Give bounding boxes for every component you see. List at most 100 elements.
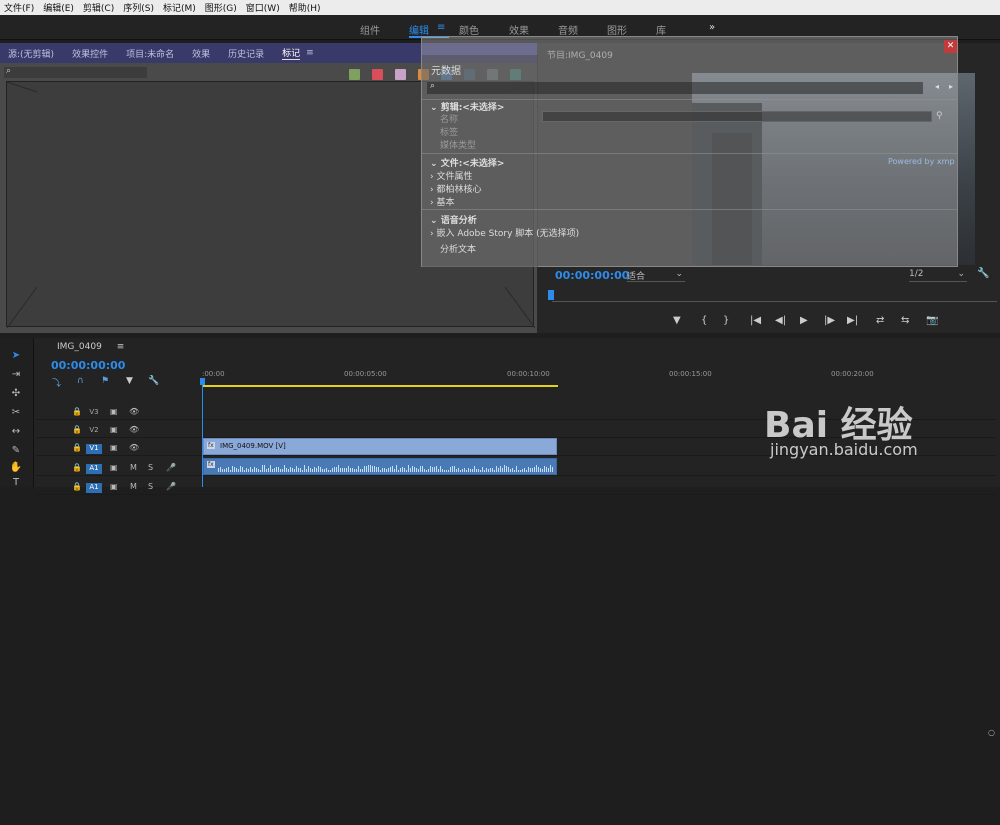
track-label[interactable]: V2 [86,426,102,436]
menu-clip[interactable]: 剪辑(C) [83,1,114,14]
track-select-tool-icon[interactable]: ⇥ [9,369,23,383]
track-label[interactable]: A1 [86,483,102,493]
menu-sequence[interactable]: 序列(S) [123,1,154,14]
tab-effect-controls[interactable]: 效果控件 [72,47,108,60]
marker-color-swatch[interactable] [395,69,406,80]
link-icon[interactable]: ⚲ [936,111,943,121]
menu-help[interactable]: 帮助(H) [289,1,321,14]
step-back-icon[interactable]: ◀| [775,315,786,326]
playback-resolution-select[interactable]: 1/2 ⌄ [909,269,967,282]
lock-icon[interactable]: 🔒 [72,463,82,472]
solo-icon[interactable]: S [148,463,153,472]
snap-icon[interactable]: ∩ [77,376,84,386]
lock-icon[interactable]: 🔒 [72,407,82,416]
program-playhead[interactable] [548,290,554,300]
timeline-sequence-tab[interactable]: IMG_0409 ≡ [57,342,124,352]
timeline-menu-icon[interactable]: ≡ [117,342,125,352]
work-area-bar[interactable] [202,385,558,387]
analyze-text-button[interactable]: 分析文本 [440,242,476,255]
chevron-left-icon[interactable]: ◂ [935,82,939,91]
zoom-fit-select[interactable]: 适合 ⌄ [627,269,685,282]
step-forward-icon[interactable]: |▶ [824,315,835,326]
ripple-edit-tool-icon[interactable]: ✣ [9,388,23,402]
program-timecode[interactable]: 00:00:00:00 [555,269,629,282]
workspace-more-icon[interactable]: » [709,22,715,33]
sync-lock-icon[interactable]: ▣ [110,443,118,452]
menu-edit[interactable]: 编辑(E) [43,1,74,14]
tab-project[interactable]: 项目:未命名 [126,47,174,60]
workspace-tab-editing[interactable]: 编辑 [409,22,429,37]
menu-graphics[interactable]: 图形(G) [205,1,237,14]
wrench-icon[interactable]: 🔧 [148,376,159,386]
mute-icon[interactable]: M [130,463,137,472]
hand-tool-icon[interactable]: ✋ [9,462,23,476]
workspace-tab-audio[interactable]: 音频 [558,22,578,37]
section-speech-analysis[interactable]: ⌄ 语音分析 [430,213,477,226]
name-field[interactable] [542,111,932,122]
workspace-tab-effects[interactable]: 效果 [509,22,529,37]
track-label[interactable]: A1 [86,464,102,474]
markers-search-input[interactable]: ⌕ [4,66,147,78]
go-to-out-icon[interactable]: ▶| [847,315,858,326]
markers-menu-icon[interactable]: ≡ [306,48,314,58]
selection-tool-icon[interactable]: ➤ [9,350,23,364]
timeline-playhead[interactable] [200,378,205,385]
go-to-in-icon[interactable]: |◀ [750,315,761,326]
lift-icon[interactable]: ⇄ [876,315,884,326]
type-tool-icon[interactable]: T [9,477,23,491]
workspace-tab-graphics[interactable]: 图形 [607,22,627,37]
menu-window[interactable]: 窗口(W) [246,1,280,14]
tab-history[interactable]: 历史记录 [228,47,264,60]
lock-icon[interactable]: 🔒 [72,443,82,452]
sync-lock-icon[interactable]: ▣ [110,407,118,416]
section-file[interactable]: ⌄ 文件:<未选择> [430,156,504,169]
add-marker-icon[interactable]: ▼ [673,315,681,326]
dublin-core-item[interactable]: › 都柏林核心 [430,182,481,195]
marker-color-swatch[interactable] [372,69,383,80]
video-clip[interactable]: fx IMG_0409.MOV [V] [203,438,557,455]
embed-story-script-item[interactable]: › 嵌入 Adobe Story 脚本 (无选择项) [430,226,579,239]
linked-selection-icon[interactable]: ⚑ [101,376,109,386]
extract-icon[interactable]: ⇆ [901,315,909,326]
eye-icon[interactable]: 👁 [129,407,139,416]
workspace-menu-icon[interactable]: ≡ [437,22,445,33]
play-icon[interactable]: ▶ [800,315,808,326]
nest-icon[interactable]: ⤵ [52,376,61,389]
marker-color-swatch[interactable] [349,69,360,80]
workspace-tab-library[interactable]: 库 [656,22,666,37]
metadata-panel-title[interactable]: 元数据 [431,62,461,77]
scroll-handle-icon[interactable]: ○ [988,728,995,737]
workspace-tab-color[interactable]: 颜色 [459,22,479,37]
slip-tool-icon[interactable]: ↔ [9,426,23,440]
razor-tool-icon[interactable]: ✂ [9,407,23,421]
metadata-search-input[interactable]: ⌕ ◂ ▸ [427,81,953,94]
sync-lock-icon[interactable]: ▣ [110,425,118,434]
eye-icon[interactable]: 👁 [129,425,139,434]
program-scrub-bar[interactable] [552,301,997,302]
track-label[interactable]: V3 [86,408,102,418]
track-label[interactable]: V1 [86,444,102,454]
microphone-icon[interactable]: 🎤 [166,463,176,472]
tab-source[interactable]: 源:(无剪辑) [8,47,54,60]
wrench-icon[interactable]: 🔧 [977,268,989,279]
menu-file[interactable]: 文件(F) [4,1,34,14]
eye-icon[interactable]: 👁 [129,443,139,452]
tab-effects[interactable]: 效果 [192,47,210,60]
timeline-timecode[interactable]: 00:00:00:00 [51,359,125,372]
chevron-right-icon[interactable]: ▸ [949,82,953,91]
file-properties-item[interactable]: › 文件属性 [430,169,472,182]
pen-tool-icon[interactable]: ✎ [9,445,23,459]
basic-item[interactable]: › 基本 [430,195,454,208]
workspace-tab-assembly[interactable]: 组件 [360,22,380,37]
tab-markers[interactable]: 标记 [282,46,301,60]
sync-lock-icon[interactable]: ▣ [110,463,118,472]
timeline-vertical-scrollbar[interactable]: ○ [988,720,995,825]
camera-icon[interactable]: 📷 [926,315,938,326]
mark-in-icon[interactable]: { [701,315,707,326]
add-marker-icon[interactable]: ▼ [126,376,133,386]
lock-icon[interactable]: 🔒 [72,425,82,434]
audio-clip[interactable]: fx [203,458,557,475]
close-icon[interactable]: ✕ [944,40,957,53]
mark-out-icon[interactable]: } [723,315,729,326]
menu-marker[interactable]: 标记(M) [163,1,196,14]
